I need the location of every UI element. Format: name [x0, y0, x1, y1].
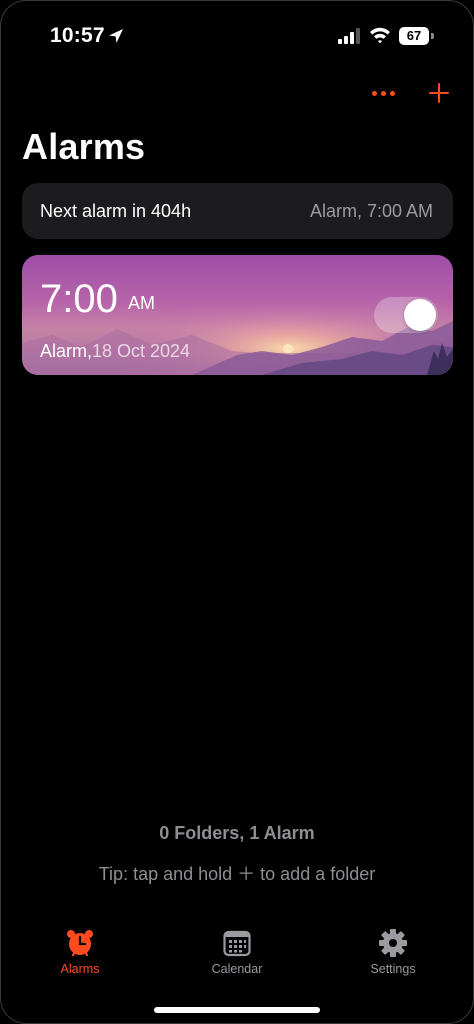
tab-settings[interactable]: Settings	[343, 928, 443, 976]
tab-calendar[interactable]: Calendar	[187, 928, 287, 976]
add-folder-tip: Tip: tap and hold ＋ to add a folder	[98, 864, 376, 884]
tab-label: Alarms	[60, 962, 100, 976]
next-alarm-countdown: Next alarm in 404h	[40, 201, 192, 221]
ellipsis-dot	[380, 90, 386, 96]
add-alarm-button[interactable]	[424, 76, 454, 110]
alarm-label: Alarm,	[40, 341, 93, 361]
alarm-clock-icon	[67, 930, 93, 957]
ellipsis-icon	[371, 90, 377, 96]
alarm-time: 7:00	[40, 277, 118, 321]
alarm-date: 18 Oct 2024	[92, 341, 191, 361]
alarm-ampm: AM	[128, 293, 155, 313]
cellular-signal-icon	[338, 28, 360, 44]
folders-alarms-count: 0 Folders, 1 Alarm	[159, 823, 315, 843]
gear-icon	[379, 929, 407, 957]
tab-alarms[interactable]: Alarms	[30, 928, 130, 976]
battery-level: 67	[399, 27, 429, 45]
wifi-icon	[370, 27, 390, 44]
tab-label: Settings	[370, 962, 416, 976]
ellipsis-dot	[389, 90, 395, 96]
home-indicator[interactable]	[154, 1007, 320, 1013]
next-alarm-detail: Alarm, 7:00 AM	[309, 201, 433, 221]
tab-label: Calendar	[211, 962, 263, 976]
page-title: Alarms	[22, 126, 146, 167]
battery-cap	[431, 33, 434, 39]
status-time: 10:57	[50, 24, 105, 47]
toggle-knob	[404, 299, 436, 331]
more-options-button[interactable]	[366, 78, 400, 108]
next-alarm-banner[interactable]: Next alarm in 404h Alarm, 7:00 AM	[22, 183, 453, 239]
status-bar: 10:57 67	[0, 0, 474, 70]
alarm-card[interactable]: 7:00 AM Alarm, 18 Oct 2024	[22, 255, 453, 375]
location-arrow-icon	[109, 29, 123, 43]
alarm-enable-toggle[interactable]	[374, 297, 438, 333]
battery-icon: 67	[399, 27, 435, 45]
calendar-icon	[223, 930, 251, 957]
